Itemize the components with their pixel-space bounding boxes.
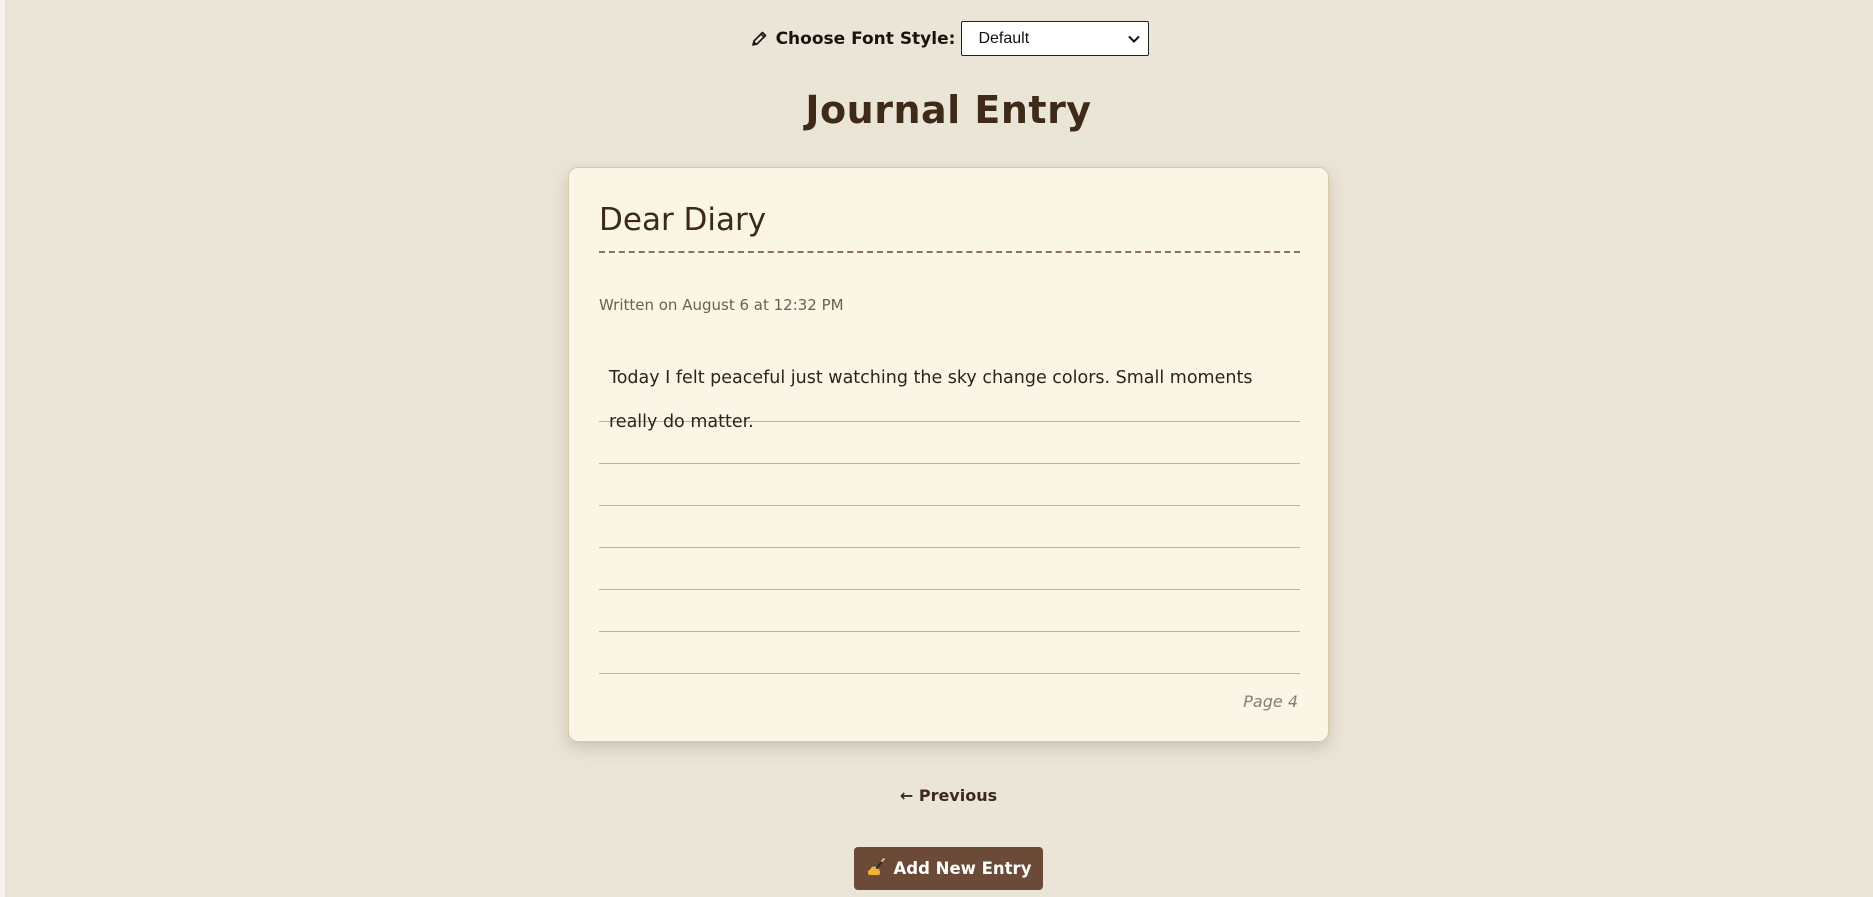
page-number: Page 4 [1243, 692, 1298, 711]
ruled-line [599, 590, 1300, 632]
entry-title: Dear Diary [599, 202, 767, 238]
font-style-dropdown[interactable]: Default [961, 21, 1150, 56]
previous-label: ← Previous [899, 786, 998, 805]
writing-hand-icon [866, 857, 886, 881]
ruled-line [599, 464, 1300, 506]
previous-link[interactable]: ← Previous [0, 786, 1873, 805]
entry-timestamp: Written on August 6 at 12:32 PM [599, 296, 844, 314]
ruled-line [599, 632, 1300, 674]
ruled-line [599, 506, 1300, 548]
journal-entry-card: Dear Diary Written on August 6 at 12:32 … [568, 167, 1329, 742]
chevron-down-icon [1128, 30, 1141, 48]
title-divider [599, 251, 1300, 253]
window-edge [0, 0, 6, 897]
font-style-selector: Choose Font Style: Default [0, 21, 1873, 56]
page-title: Journal Entry [805, 88, 1092, 132]
ruled-line [599, 548, 1300, 590]
font-style-label: Choose Font Style: [775, 28, 956, 49]
add-new-entry-label: Add New Entry [893, 859, 1032, 878]
entry-body: Today I felt peaceful just watching the … [609, 368, 1253, 432]
add-new-entry-button[interactable]: Add New Entry [854, 847, 1043, 890]
pencil-icon [748, 28, 770, 50]
font-style-selected-value: Default [978, 29, 1030, 47]
